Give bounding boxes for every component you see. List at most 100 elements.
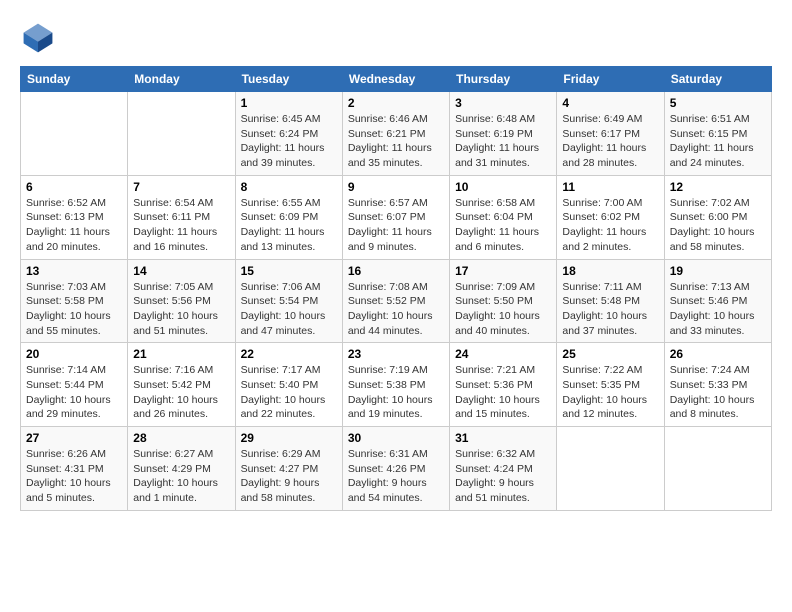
day-number: 13 bbox=[26, 264, 122, 278]
day-info: Sunrise: 7:24 AM Sunset: 5:33 PM Dayligh… bbox=[670, 363, 766, 422]
day-number: 15 bbox=[241, 264, 337, 278]
day-info: Sunrise: 6:57 AM Sunset: 6:07 PM Dayligh… bbox=[348, 196, 444, 255]
calendar-week-4: 20 Sunrise: 7:14 AM Sunset: 5:44 PM Dayli… bbox=[21, 343, 772, 427]
calendar-cell: 24 Sunrise: 7:21 AM Sunset: 5:36 PM Dayli… bbox=[450, 343, 557, 427]
calendar-cell bbox=[21, 92, 128, 176]
day-number: 2 bbox=[348, 96, 444, 110]
day-number: 29 bbox=[241, 431, 337, 445]
day-info: Sunrise: 7:19 AM Sunset: 5:38 PM Dayligh… bbox=[348, 363, 444, 422]
day-info: Sunrise: 6:32 AM Sunset: 4:24 PM Dayligh… bbox=[455, 447, 551, 506]
calendar-cell: 23Sunrise: 7:19 AM Sunset: 5:38 PM Dayli… bbox=[342, 343, 449, 427]
day-number: 26 bbox=[670, 347, 766, 361]
calendar-cell: 16 Sunrise: 7:08 AM Sunset: 5:52 PM Dayli… bbox=[342, 259, 449, 343]
day-info: Sunrise: 6:55 AM Sunset: 6:09 PM Dayligh… bbox=[241, 196, 337, 255]
calendar-header-row: SundayMondayTuesdayWednesdayThursdayFrid… bbox=[21, 67, 772, 92]
day-info: Sunrise: 7:06 AM Sunset: 5:54 PM Dayligh… bbox=[241, 280, 337, 339]
day-number: 31 bbox=[455, 431, 551, 445]
calendar-week-1: 1Sunrise: 6:45 AM Sunset: 6:24 PM Daylig… bbox=[21, 92, 772, 176]
day-number: 8 bbox=[241, 180, 337, 194]
day-number: 27 bbox=[26, 431, 122, 445]
day-header-thursday: Thursday bbox=[450, 67, 557, 92]
day-number: 7 bbox=[133, 180, 229, 194]
day-info: Sunrise: 7:21 AM Sunset: 5:36 PM Dayligh… bbox=[455, 363, 551, 422]
day-number: 9 bbox=[348, 180, 444, 194]
day-info: Sunrise: 7:11 AM Sunset: 5:48 PM Dayligh… bbox=[562, 280, 658, 339]
day-info: Sunrise: 7:16 AM Sunset: 5:42 PM Dayligh… bbox=[133, 363, 229, 422]
calendar-cell: 8 Sunrise: 6:55 AM Sunset: 6:09 PM Daylig… bbox=[235, 175, 342, 259]
day-info: Sunrise: 6:51 AM Sunset: 6:15 PM Dayligh… bbox=[670, 112, 766, 171]
day-info: Sunrise: 6:54 AM Sunset: 6:11 PM Dayligh… bbox=[133, 196, 229, 255]
day-info: Sunrise: 7:17 AM Sunset: 5:40 PM Dayligh… bbox=[241, 363, 337, 422]
day-number: 1 bbox=[241, 96, 337, 110]
calendar-cell: 17 Sunrise: 7:09 AM Sunset: 5:50 PM Dayli… bbox=[450, 259, 557, 343]
calendar-cell: 28 Sunrise: 6:27 AM Sunset: 4:29 PM Dayli… bbox=[128, 427, 235, 511]
calendar-cell: 10 Sunrise: 6:58 AM Sunset: 6:04 PM Dayli… bbox=[450, 175, 557, 259]
day-number: 30 bbox=[348, 431, 444, 445]
calendar-cell: 13 Sunrise: 7:03 AM Sunset: 5:58 PM Dayli… bbox=[21, 259, 128, 343]
day-info: Sunrise: 7:13 AM Sunset: 5:46 PM Dayligh… bbox=[670, 280, 766, 339]
calendar-cell: 1Sunrise: 6:45 AM Sunset: 6:24 PM Daylig… bbox=[235, 92, 342, 176]
calendar-week-5: 27Sunrise: 6:26 AM Sunset: 4:31 PM Dayli… bbox=[21, 427, 772, 511]
day-number: 28 bbox=[133, 431, 229, 445]
day-number: 18 bbox=[562, 264, 658, 278]
day-number: 10 bbox=[455, 180, 551, 194]
calendar-cell: 12 Sunrise: 7:02 AM Sunset: 6:00 PM Dayli… bbox=[664, 175, 771, 259]
day-number: 3 bbox=[455, 96, 551, 110]
day-number: 21 bbox=[133, 347, 229, 361]
calendar-cell: 15 Sunrise: 7:06 AM Sunset: 5:54 PM Dayli… bbox=[235, 259, 342, 343]
day-number: 12 bbox=[670, 180, 766, 194]
calendar-cell: 20 Sunrise: 7:14 AM Sunset: 5:44 PM Dayli… bbox=[21, 343, 128, 427]
calendar-cell: 30Sunrise: 6:31 AM Sunset: 4:26 PM Dayli… bbox=[342, 427, 449, 511]
day-number: 11 bbox=[562, 180, 658, 194]
day-header-wednesday: Wednesday bbox=[342, 67, 449, 92]
day-number: 4 bbox=[562, 96, 658, 110]
calendar-cell bbox=[128, 92, 235, 176]
day-number: 25 bbox=[562, 347, 658, 361]
logo bbox=[20, 20, 62, 56]
calendar-cell: 5 Sunrise: 6:51 AM Sunset: 6:15 PM Daylig… bbox=[664, 92, 771, 176]
calendar-cell: 3 Sunrise: 6:48 AM Sunset: 6:19 PM Daylig… bbox=[450, 92, 557, 176]
calendar-cell: 14Sunrise: 7:05 AM Sunset: 5:56 PM Dayli… bbox=[128, 259, 235, 343]
calendar-cell: 4Sunrise: 6:49 AM Sunset: 6:17 PM Daylig… bbox=[557, 92, 664, 176]
day-info: Sunrise: 7:22 AM Sunset: 5:35 PM Dayligh… bbox=[562, 363, 658, 422]
day-info: Sunrise: 6:58 AM Sunset: 6:04 PM Dayligh… bbox=[455, 196, 551, 255]
day-info: Sunrise: 6:27 AM Sunset: 4:29 PM Dayligh… bbox=[133, 447, 229, 506]
day-info: Sunrise: 6:52 AM Sunset: 6:13 PM Dayligh… bbox=[26, 196, 122, 255]
calendar-cell bbox=[557, 427, 664, 511]
calendar-cell: 6Sunrise: 6:52 AM Sunset: 6:13 PM Daylig… bbox=[21, 175, 128, 259]
day-info: Sunrise: 7:03 AM Sunset: 5:58 PM Dayligh… bbox=[26, 280, 122, 339]
day-header-saturday: Saturday bbox=[664, 67, 771, 92]
calendar-cell: 9 Sunrise: 6:57 AM Sunset: 6:07 PM Daylig… bbox=[342, 175, 449, 259]
calendar-cell: 27Sunrise: 6:26 AM Sunset: 4:31 PM Dayli… bbox=[21, 427, 128, 511]
day-info: Sunrise: 7:14 AM Sunset: 5:44 PM Dayligh… bbox=[26, 363, 122, 422]
day-number: 19 bbox=[670, 264, 766, 278]
day-number: 24 bbox=[455, 347, 551, 361]
day-info: Sunrise: 6:29 AM Sunset: 4:27 PM Dayligh… bbox=[241, 447, 337, 506]
day-number: 14 bbox=[133, 264, 229, 278]
day-info: Sunrise: 7:08 AM Sunset: 5:52 PM Dayligh… bbox=[348, 280, 444, 339]
day-info: Sunrise: 7:09 AM Sunset: 5:50 PM Dayligh… bbox=[455, 280, 551, 339]
day-number: 17 bbox=[455, 264, 551, 278]
calendar-cell: 18 Sunrise: 7:11 AM Sunset: 5:48 PM Dayli… bbox=[557, 259, 664, 343]
calendar-cell bbox=[664, 427, 771, 511]
day-number: 5 bbox=[670, 96, 766, 110]
day-number: 16 bbox=[348, 264, 444, 278]
calendar-cell: 21 Sunrise: 7:16 AM Sunset: 5:42 PM Dayli… bbox=[128, 343, 235, 427]
day-number: 20 bbox=[26, 347, 122, 361]
day-info: Sunrise: 7:02 AM Sunset: 6:00 PM Dayligh… bbox=[670, 196, 766, 255]
page-header bbox=[20, 20, 772, 56]
calendar-table: SundayMondayTuesdayWednesdayThursdayFrid… bbox=[20, 66, 772, 511]
logo-icon bbox=[20, 20, 56, 56]
calendar-cell: 11Sunrise: 7:00 AM Sunset: 6:02 PM Dayli… bbox=[557, 175, 664, 259]
calendar-cell: 22Sunrise: 7:17 AM Sunset: 5:40 PM Dayli… bbox=[235, 343, 342, 427]
day-header-friday: Friday bbox=[557, 67, 664, 92]
calendar-cell: 31 Sunrise: 6:32 AM Sunset: 4:24 PM Dayli… bbox=[450, 427, 557, 511]
day-info: Sunrise: 6:46 AM Sunset: 6:21 PM Dayligh… bbox=[348, 112, 444, 171]
day-header-sunday: Sunday bbox=[21, 67, 128, 92]
day-header-tuesday: Tuesday bbox=[235, 67, 342, 92]
calendar-cell: 25 Sunrise: 7:22 AM Sunset: 5:35 PM Dayli… bbox=[557, 343, 664, 427]
calendar-week-3: 13 Sunrise: 7:03 AM Sunset: 5:58 PM Dayli… bbox=[21, 259, 772, 343]
day-header-monday: Monday bbox=[128, 67, 235, 92]
day-info: Sunrise: 6:48 AM Sunset: 6:19 PM Dayligh… bbox=[455, 112, 551, 171]
calendar-cell: 26 Sunrise: 7:24 AM Sunset: 5:33 PM Dayli… bbox=[664, 343, 771, 427]
